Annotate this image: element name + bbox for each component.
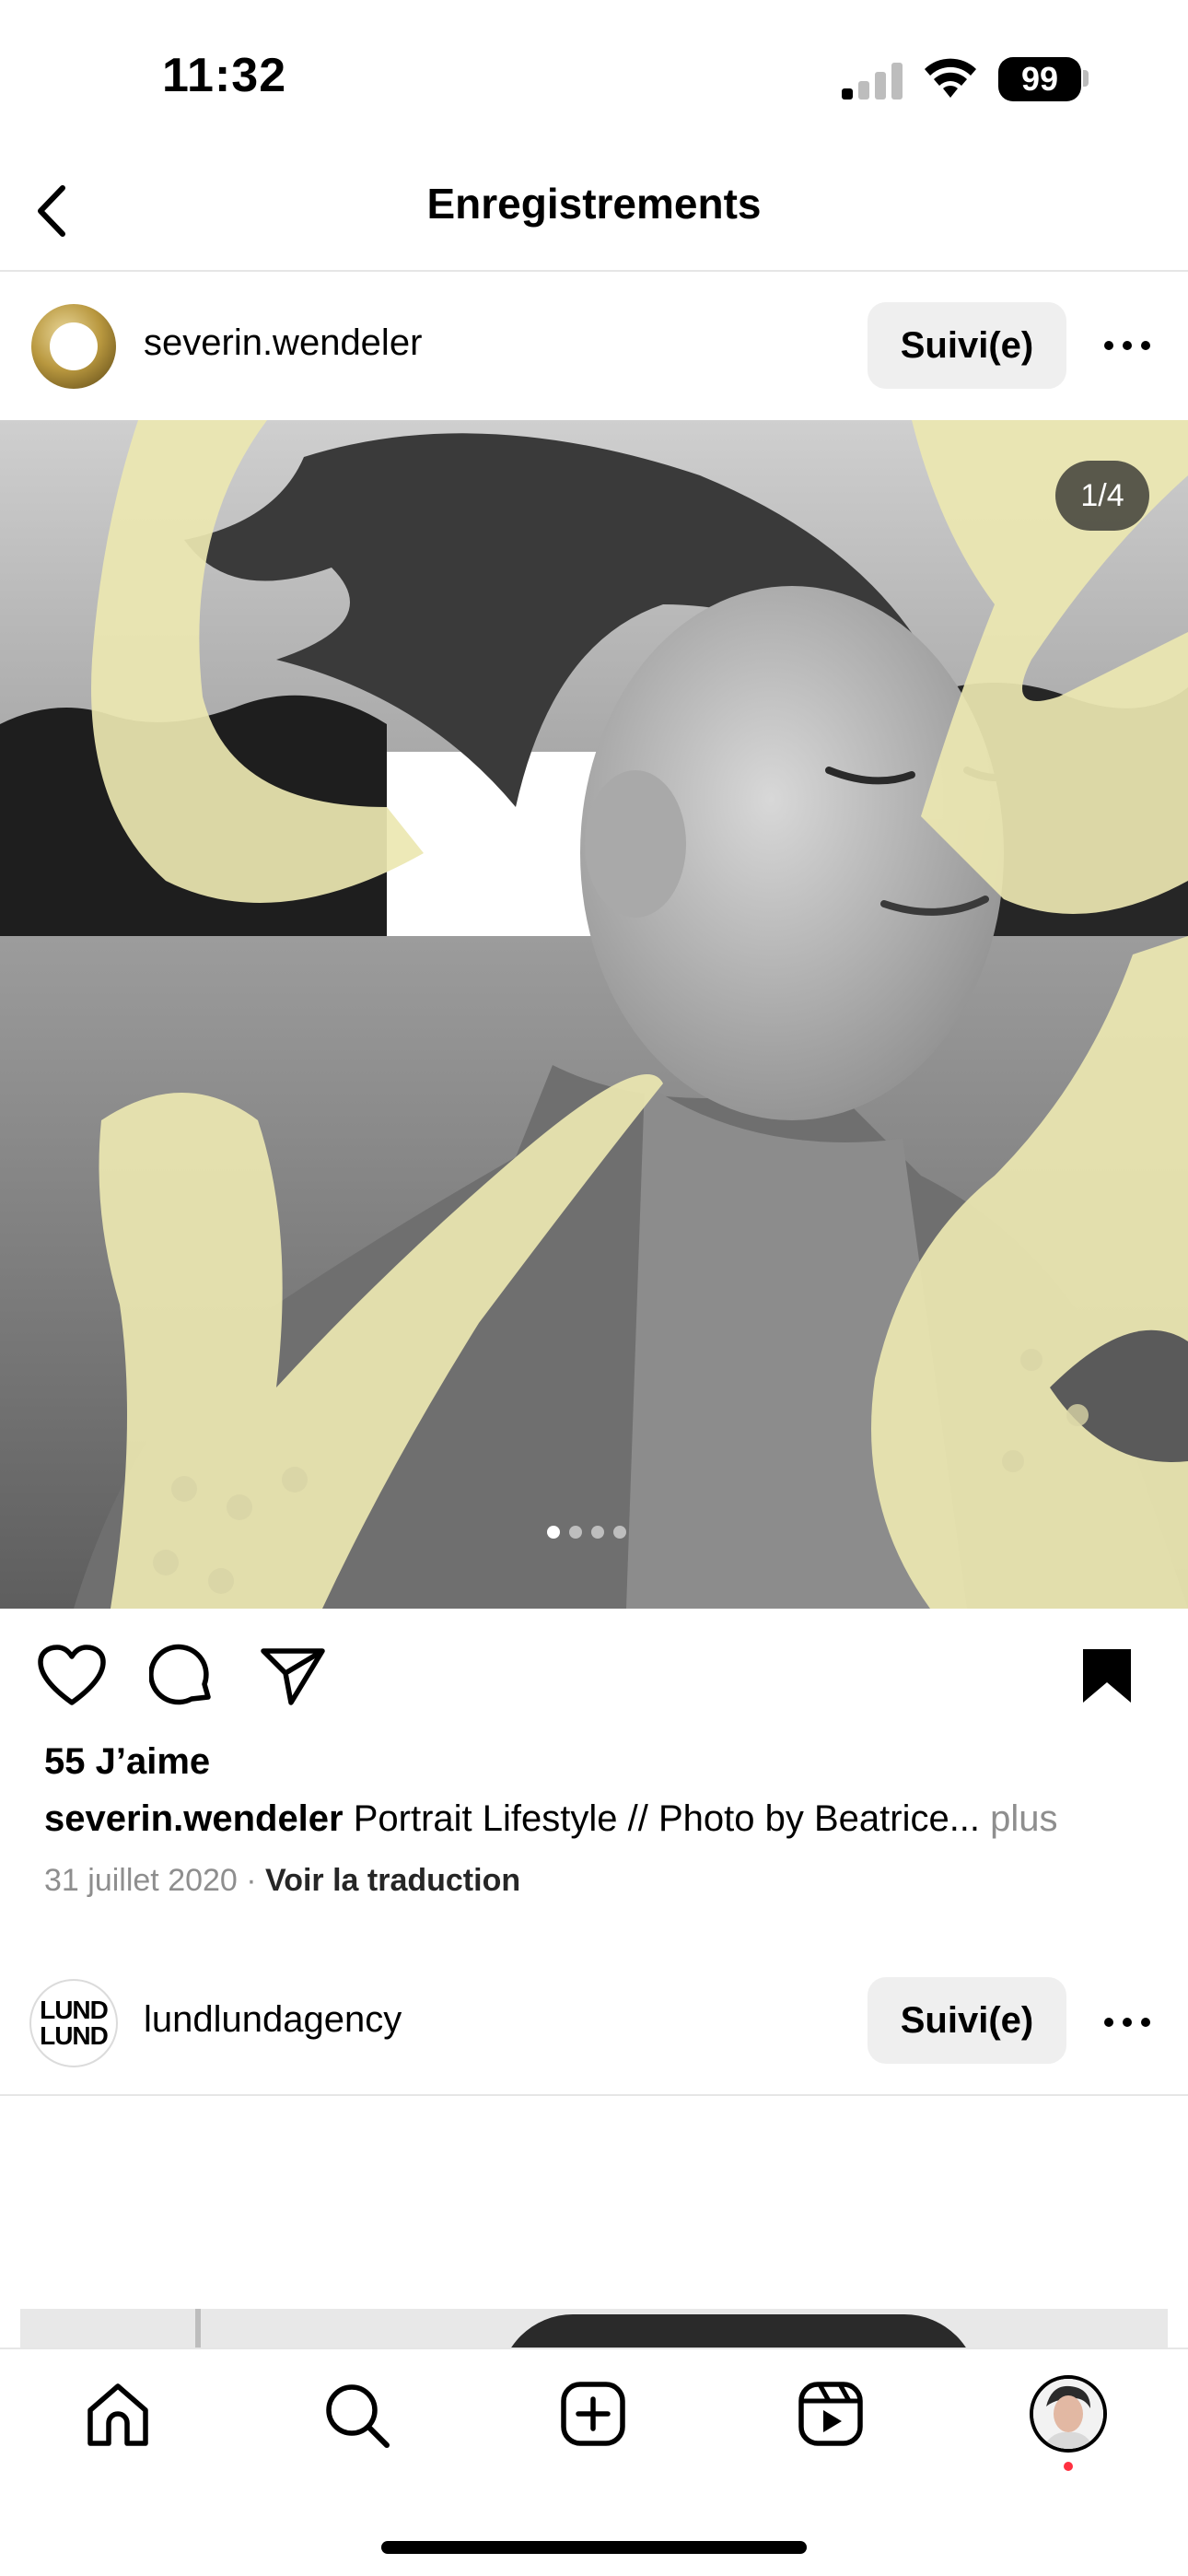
avatar-logo-line2: LUND [40, 2021, 109, 2050]
avatar[interactable] [29, 302, 118, 391]
carousel-dots [547, 1526, 626, 1539]
search-icon[interactable] [322, 2381, 392, 2451]
post-image[interactable] [0, 420, 1188, 1609]
photo-illustration [0, 420, 1188, 1609]
caption-more-link[interactable]: plus [980, 1798, 1057, 1839]
following-button[interactable]: Suivi(e) [868, 302, 1066, 389]
profile-photo [1033, 2379, 1103, 2449]
more-options-icon[interactable] [1101, 332, 1153, 359]
image-detail [195, 2309, 201, 2349]
caption-username[interactable]: severin.wendeler [44, 1798, 344, 1839]
home-indicator [381, 2541, 807, 2554]
image-detail [499, 2314, 978, 2349]
profile-avatar[interactable] [1030, 2375, 1107, 2453]
post-username[interactable]: severin.wendeler [144, 322, 422, 364]
page-title: Enregistrements [426, 180, 762, 228]
battery-indicator: 99 [998, 57, 1081, 101]
header-divider [0, 270, 1188, 272]
create-icon[interactable] [558, 2379, 628, 2449]
likes-count[interactable]: 55 J’aime [44, 1741, 210, 1783]
notification-dot [1064, 2462, 1073, 2471]
caption-text: Portrait Lifestyle // Photo by Beatrice.… [343, 1798, 981, 1839]
more-options-icon[interactable] [1101, 2008, 1153, 2036]
post-meta: 31 juillet 2020 · Voir la traduction [44, 1863, 520, 1899]
following-button[interactable]: Suivi(e) [868, 1977, 1066, 2064]
heart-icon[interactable] [37, 1644, 107, 1708]
meta-separator: · [237, 1863, 266, 1898]
avatar[interactable]: LUND LUND [29, 1979, 118, 2067]
home-icon[interactable] [83, 2379, 153, 2449]
avatar-logo-line1: LUND [40, 1996, 109, 2024]
post-divider [0, 2094, 1188, 2096]
carousel-dot [591, 1526, 604, 1539]
battery-tip [1083, 70, 1089, 87]
status-time: 11:32 [162, 49, 287, 102]
cellular-signal-icon [842, 63, 903, 100]
comment-icon[interactable] [149, 1644, 215, 1710]
post-image[interactable] [20, 2309, 1168, 2349]
wifi-icon [925, 58, 976, 98]
carousel-dot [569, 1526, 582, 1539]
share-icon[interactable] [260, 1645, 326, 1706]
post-caption[interactable]: severin.wendeler Portrait Lifestyle // P… [44, 1798, 1149, 1840]
post-date: 31 juillet 2020 [44, 1863, 238, 1898]
translate-link[interactable]: Voir la traduction [265, 1863, 520, 1898]
carousel-dot-active [547, 1526, 560, 1539]
carousel-dot [613, 1526, 626, 1539]
reels-icon[interactable] [796, 2379, 866, 2449]
bookmark-saved-icon[interactable] [1079, 1645, 1135, 1706]
media-counter-badge: 1/4 [1055, 461, 1149, 531]
post-username[interactable]: lundlundagency [144, 1999, 402, 2041]
